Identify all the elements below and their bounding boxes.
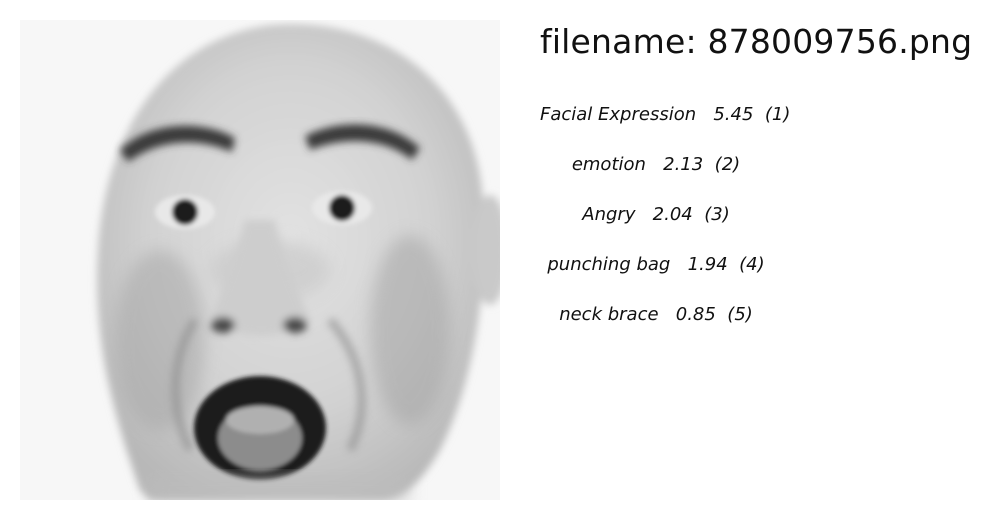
label-name: Facial Expression xyxy=(540,104,697,125)
label-name: punching bag xyxy=(547,254,671,275)
label-item: punching bag 1.94 (4) xyxy=(540,250,772,300)
label-rank: (4) xyxy=(739,254,765,275)
label-score: 0.85 xyxy=(675,304,716,325)
label-score: 2.04 xyxy=(652,204,693,225)
label-item: neck brace 0.85 (5) xyxy=(540,300,772,350)
label-rank: (1) xyxy=(764,104,791,125)
label-rank: (5) xyxy=(727,304,753,325)
label-name: emotion xyxy=(571,154,646,175)
label-score: 5.45 xyxy=(713,104,754,125)
label-rank: (2) xyxy=(714,154,741,175)
label-item: emotion 2.13 (2) xyxy=(540,150,772,200)
label-list: Facial Expression 5.45 (1) emotion 2.13 … xyxy=(540,100,790,350)
page: filename: 878009756.png Facial Expressio… xyxy=(0,0,1000,520)
label-score: 1.94 xyxy=(687,254,728,275)
label-rank: (3) xyxy=(704,204,730,225)
label-item: Angry 2.04 (3) xyxy=(540,200,772,250)
label-name: neck brace xyxy=(559,304,659,325)
label-item: Facial Expression 5.45 (1) xyxy=(540,100,790,150)
filename-title: filename: 878009756.png xyxy=(540,22,972,61)
label-score: 2.13 xyxy=(663,154,704,175)
face-photo xyxy=(20,20,500,500)
filename-value: 878009756.png xyxy=(707,22,973,61)
label-name: Angry xyxy=(582,204,636,225)
filename-prefix: filename: xyxy=(540,22,708,61)
